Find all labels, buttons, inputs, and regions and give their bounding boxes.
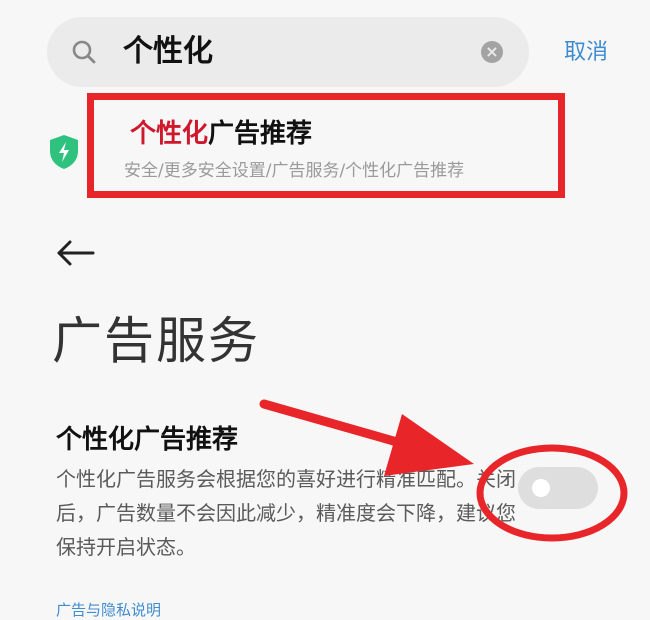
setting-title: 个性化广告推荐 xyxy=(56,425,239,455)
search-result-path: 安全/更多安全设置/广告服务/个性化广告推荐 xyxy=(124,161,465,181)
annotation-arrow xyxy=(259,399,423,453)
privacy-link[interactable]: 广告与隐私说明 xyxy=(56,600,161,620)
back-arrow-icon[interactable] xyxy=(56,240,96,266)
search-input[interactable]: 个性化 xyxy=(123,30,213,74)
search-icon xyxy=(72,40,96,64)
search-bar[interactable]: 个性化 × xyxy=(47,17,529,87)
cancel-button[interactable]: 取消 xyxy=(564,38,608,68)
page-title: 广告服务 xyxy=(52,312,260,370)
shield-icon xyxy=(50,135,78,169)
personalized-ads-toggle[interactable] xyxy=(518,467,598,509)
clear-icon[interactable]: × xyxy=(481,41,503,63)
search-result-item[interactable]: 个性化广告推荐 安全/更多安全设置/广告服务/个性化广告推荐 xyxy=(87,93,565,198)
search-result-title-rest: 广告推荐 xyxy=(208,119,313,149)
search-result-title: 个性化广告推荐 xyxy=(130,116,312,152)
setting-description: 个性化广告服务会根据您的喜好进行精准匹配。关闭后，广告数量不会因此减少，精准度会… xyxy=(56,467,516,559)
toggle-knob xyxy=(532,479,550,497)
search-result-title-highlight: 个性化 xyxy=(130,119,209,149)
